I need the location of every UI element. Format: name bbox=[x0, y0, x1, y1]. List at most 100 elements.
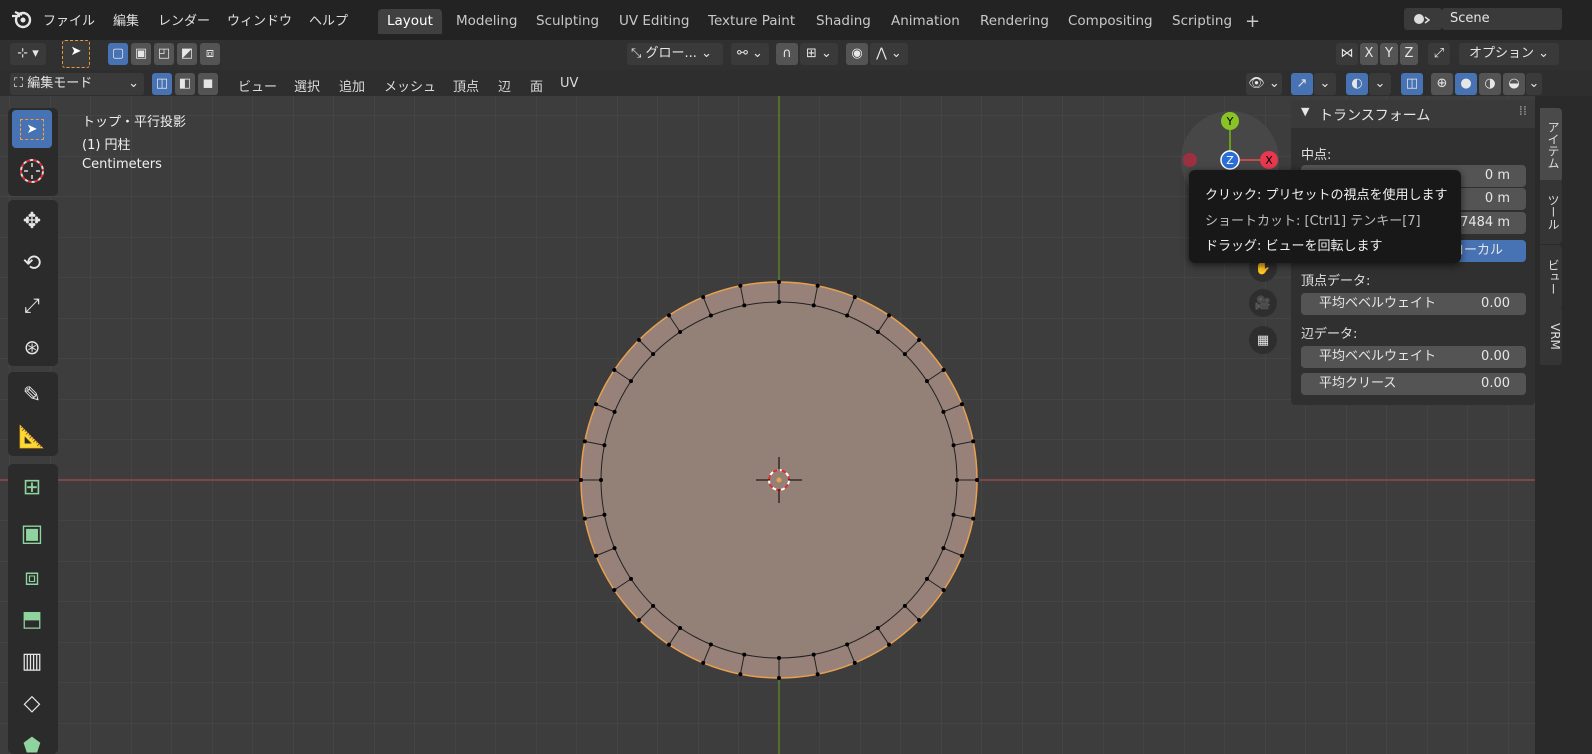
transform-panel-header[interactable]: ▼ トランスフォーム ⁞⁞ bbox=[1291, 100, 1535, 128]
mesh-vertex[interactable] bbox=[815, 283, 820, 288]
mesh-vertex[interactable] bbox=[941, 367, 946, 372]
menu-edit[interactable]: 編集 bbox=[113, 10, 139, 29]
toggle-projection-button[interactable]: ▦ bbox=[1249, 326, 1277, 354]
mesh-vertex[interactable] bbox=[599, 478, 603, 482]
measure-tool[interactable]: 📐 bbox=[12, 418, 52, 456]
mesh-vertex[interactable] bbox=[852, 660, 857, 665]
mesh-vertex[interactable] bbox=[701, 660, 706, 665]
mesh-vertex[interactable] bbox=[941, 546, 946, 551]
face-select-icon[interactable]: ◼ bbox=[198, 73, 218, 95]
mesh-vertex[interactable] bbox=[738, 672, 743, 677]
mesh-vertex[interactable] bbox=[941, 588, 946, 593]
tab-scripting[interactable]: Scripting bbox=[1163, 9, 1241, 34]
select-new-icon[interactable]: ▢ bbox=[108, 43, 128, 65]
mesh-vertex[interactable] bbox=[875, 626, 880, 631]
mesh-vertex[interactable] bbox=[845, 313, 850, 318]
material-shading-icon[interactable]: ◑ bbox=[1479, 73, 1501, 95]
transform-tool[interactable]: ⊛ bbox=[12, 328, 52, 366]
mirror-x-toggle[interactable]: X bbox=[1360, 43, 1378, 65]
menu-uv[interactable]: UV bbox=[560, 76, 578, 91]
tab-vrm[interactable]: VRM bbox=[1540, 307, 1562, 365]
vertex-bevel-weight-field[interactable]: 平均ベベルウェイト 0.00 bbox=[1301, 293, 1526, 315]
mesh-vertex[interactable] bbox=[651, 603, 656, 608]
gizmo-negative-x[interactable] bbox=[1183, 153, 1197, 167]
annotate-tool[interactable]: ✎ bbox=[12, 376, 52, 414]
transform-orientation-dropdown[interactable]: ⤡ グロー... ⌄ bbox=[627, 43, 723, 65]
mesh-vertex[interactable] bbox=[612, 367, 617, 372]
transform-pivot-button[interactable]: ⊹ ▾ bbox=[10, 43, 46, 65]
select-invert-icon[interactable]: ◩ bbox=[177, 43, 197, 65]
mesh-vertex[interactable] bbox=[917, 337, 922, 342]
mesh-vertex[interactable] bbox=[951, 512, 956, 517]
edge-crease-field[interactable]: 平均クリース 0.00 bbox=[1301, 373, 1526, 395]
mesh-vertex[interactable] bbox=[602, 443, 607, 448]
mode-dropdown[interactable]: ⛶ 編集モード ⌄ bbox=[10, 73, 144, 95]
mesh-vertex[interactable] bbox=[666, 313, 671, 318]
move-tool[interactable]: ✥ bbox=[12, 202, 52, 240]
mesh-vertex[interactable] bbox=[845, 642, 850, 647]
options-dropdown[interactable]: オプション ⌄ bbox=[1459, 43, 1559, 65]
knife-tool[interactable]: ◇ bbox=[12, 684, 52, 722]
select-mode-button[interactable]: ➤ bbox=[62, 40, 90, 68]
mesh-vertex[interactable] bbox=[777, 656, 781, 660]
mesh-vertex[interactable] bbox=[742, 652, 747, 657]
tab-modeling[interactable]: Modeling bbox=[447, 9, 526, 34]
mesh-vertex[interactable] bbox=[777, 676, 781, 680]
menu-mesh[interactable]: メッシュ bbox=[384, 76, 436, 95]
pivot-point-dropdown[interactable]: ⚯ ⌄ bbox=[731, 43, 769, 65]
mesh-vertex[interactable] bbox=[941, 409, 946, 414]
add-workspace-button[interactable]: + bbox=[1236, 9, 1269, 34]
mesh-vertex[interactable] bbox=[917, 618, 922, 623]
menu-view[interactable]: ビュー bbox=[238, 76, 277, 95]
mesh-vertex[interactable] bbox=[701, 295, 706, 300]
vertex-select-icon[interactable]: ◫ bbox=[152, 73, 172, 95]
mesh-vertex[interactable] bbox=[811, 303, 816, 308]
tab-tool[interactable]: ツール bbox=[1540, 180, 1562, 244]
mesh-vertex[interactable] bbox=[955, 478, 959, 482]
rotate-tool[interactable]: ⟲ bbox=[12, 244, 52, 282]
mesh-vertex[interactable] bbox=[612, 409, 617, 414]
overlays-toggle[interactable]: ◐ bbox=[1346, 73, 1368, 95]
mesh-vertex[interactable] bbox=[959, 553, 964, 558]
menu-add[interactable]: 追加 bbox=[339, 76, 365, 95]
tab-item[interactable]: アイテム bbox=[1540, 108, 1562, 182]
mesh-vertex[interactable] bbox=[875, 329, 880, 334]
shading-dropdown[interactable]: ⌄ bbox=[1526, 73, 1542, 95]
mesh-vertex[interactable] bbox=[678, 329, 683, 334]
mirror-z-toggle[interactable]: Z bbox=[1400, 43, 1418, 65]
camera-view-button[interactable]: 🎥 bbox=[1249, 289, 1277, 317]
tab-sculpting[interactable]: Sculpting bbox=[527, 9, 608, 34]
visibility-dropdown[interactable]: 👁 ⌄ bbox=[1246, 73, 1282, 95]
bevel-tool[interactable]: ⬒ bbox=[12, 600, 52, 638]
cursor-tool[interactable] bbox=[12, 152, 52, 190]
mesh-vertex[interactable] bbox=[612, 588, 617, 593]
proportional-falloff-dropdown[interactable]: ⋀ ⌄ bbox=[870, 43, 908, 65]
mesh-vertex[interactable] bbox=[612, 546, 617, 551]
menu-edge[interactable]: 辺 bbox=[498, 76, 511, 95]
mesh-vertex[interactable] bbox=[852, 295, 857, 300]
tab-compositing[interactable]: Compositing bbox=[1059, 9, 1162, 34]
menu-select[interactable]: 選択 bbox=[294, 76, 320, 95]
mesh-vertex[interactable] bbox=[925, 576, 930, 581]
mesh-vertex[interactable] bbox=[925, 379, 930, 384]
add-cube-tool[interactable]: ⊞ bbox=[12, 468, 52, 506]
mesh-vertex[interactable] bbox=[708, 313, 713, 318]
mesh-vertex[interactable] bbox=[902, 352, 907, 357]
mesh-vertex[interactable] bbox=[777, 280, 781, 284]
mesh-vertex[interactable] bbox=[887, 313, 892, 318]
tab-texture-paint[interactable]: Texture Paint bbox=[699, 9, 804, 34]
mesh-vertex[interactable] bbox=[594, 402, 599, 407]
mesh-vertex[interactable] bbox=[582, 516, 587, 521]
mesh-vertex[interactable] bbox=[602, 512, 607, 517]
auto-merge-icon[interactable]: ⤢ bbox=[1428, 43, 1450, 65]
menu-vertex[interactable]: 頂点 bbox=[453, 76, 479, 95]
mirror-y-toggle[interactable]: Y bbox=[1380, 43, 1398, 65]
mesh-vertex[interactable] bbox=[582, 439, 587, 444]
menu-face[interactable]: 面 bbox=[530, 76, 543, 95]
mesh-vertex[interactable] bbox=[628, 379, 633, 384]
select-extend-icon[interactable]: ▣ bbox=[131, 43, 151, 65]
mesh-vertex[interactable] bbox=[777, 300, 781, 304]
rendered-shading-icon[interactable]: ◒ bbox=[1503, 73, 1525, 95]
mesh-vertex[interactable] bbox=[651, 352, 656, 357]
inset-tool[interactable]: ⧈ bbox=[12, 558, 52, 596]
